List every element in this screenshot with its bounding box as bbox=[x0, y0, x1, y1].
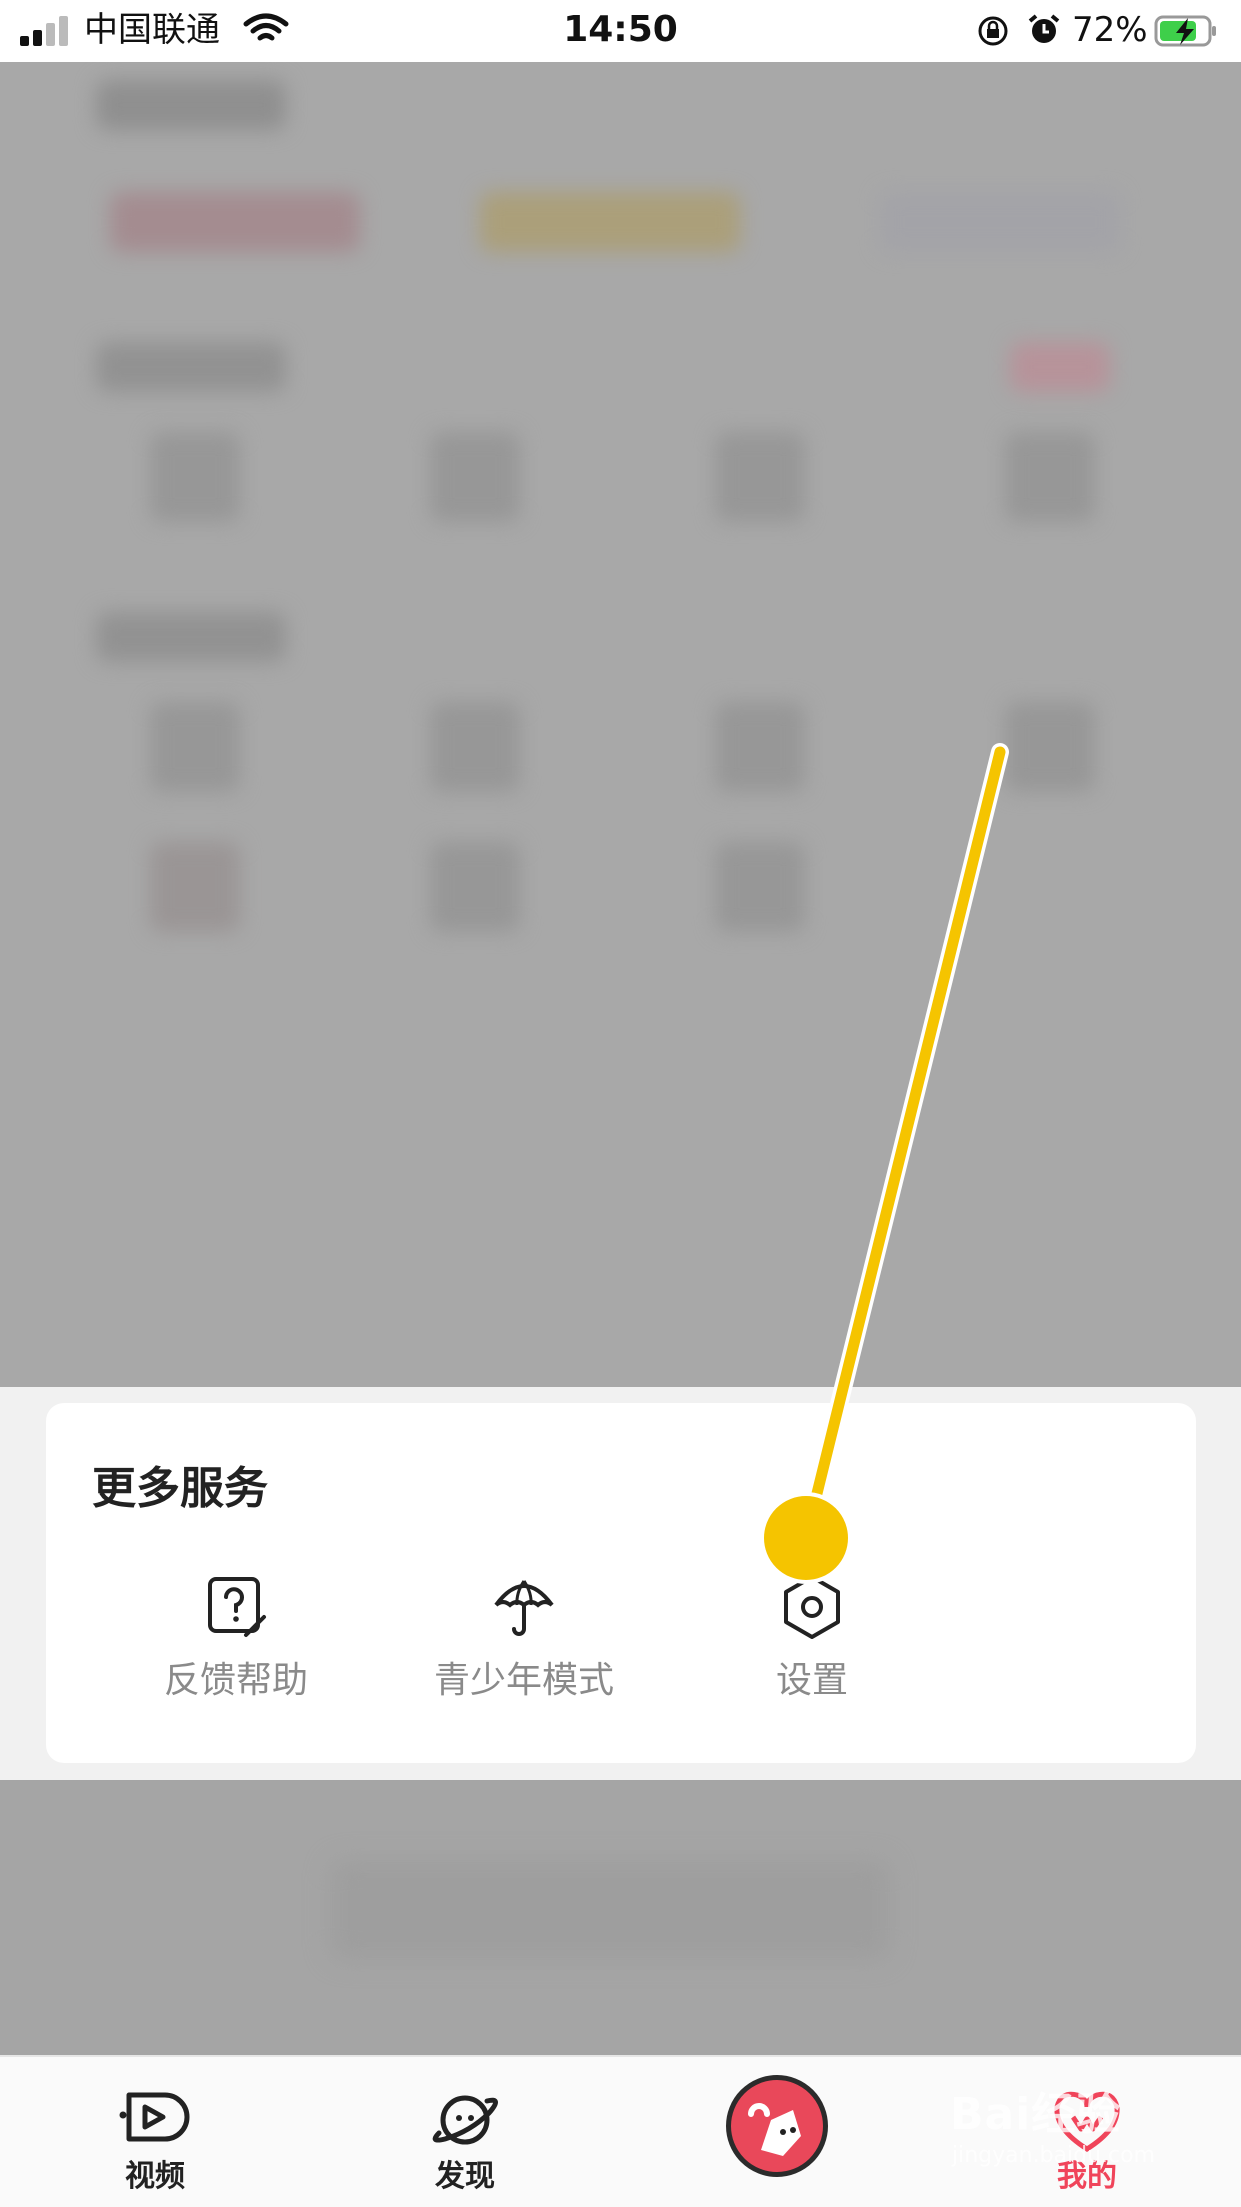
service-settings[interactable]: 设置 bbox=[692, 1573, 932, 1723]
service-feedback-help[interactable]: 反馈帮助 bbox=[116, 1573, 356, 1723]
watermark-url: jingyan.baidu.com bbox=[952, 2143, 1156, 2168]
service-youth-mode[interactable]: 青少年模式 bbox=[404, 1573, 644, 1723]
help-feedback-icon bbox=[208, 1577, 266, 1637]
battery-percent: 72% bbox=[1072, 10, 1148, 50]
mascot-icon bbox=[748, 2103, 801, 2156]
settings-hexagon-icon bbox=[784, 1575, 840, 1639]
dimmed-background bbox=[0, 62, 1241, 1387]
tab-video[interactable]: 视频 bbox=[55, 2057, 255, 2207]
center-mascot-button[interactable] bbox=[726, 2075, 828, 2177]
tab-discover[interactable]: 发现 bbox=[365, 2057, 565, 2207]
battery-charging-icon bbox=[1154, 15, 1216, 47]
service-label: 设置 bbox=[775, 1660, 848, 1701]
service-label: 反馈帮助 bbox=[163, 1660, 308, 1701]
video-play-icon bbox=[119, 2092, 190, 2142]
alarm-icon bbox=[1028, 14, 1060, 43]
watermark-logo: Bai经验 bbox=[950, 2089, 1122, 2140]
tab-label: 视频 bbox=[125, 2159, 185, 2194]
status-bar: 中国联通 14:50 72% bbox=[0, 0, 1241, 62]
tab-label: 发现 bbox=[435, 2159, 495, 2194]
service-label: 青少年模式 bbox=[433, 1660, 614, 1701]
rotation-lock-icon bbox=[978, 16, 1008, 46]
more-services-card: 更多服务 反馈帮助 青少年模式 设置 bbox=[46, 1403, 1196, 1763]
dimmed-background-lower bbox=[0, 1780, 1241, 2055]
umbrella-icon bbox=[494, 1580, 554, 1636]
planet-icon bbox=[432, 2095, 498, 2145]
more-services-title: 更多服务 bbox=[92, 1463, 268, 1514]
